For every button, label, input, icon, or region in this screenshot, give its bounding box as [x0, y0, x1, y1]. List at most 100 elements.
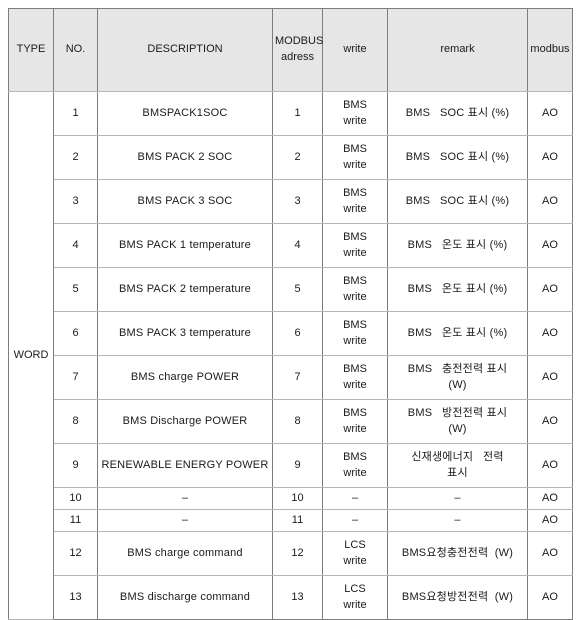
- cell-remark-line2: (W): [448, 422, 467, 435]
- cell-write-line1: –: [351, 513, 359, 526]
- cell-no: 11: [53, 509, 98, 532]
- cell-description: BMS PACK 2 SOC: [97, 135, 273, 180]
- column-header-remark: remark: [387, 8, 528, 92]
- table-row: 4 BMS PACK 1 temperature 4 BMS write BMS 온도 표…: [9, 223, 573, 268]
- table-row: WORD 1 BMSPACK1SOC 1 BMS write BMS SOC 표시 (%) A…: [8, 91, 573, 620]
- cell-modbus-address: 8: [272, 399, 323, 444]
- cell-write-line2: write: [343, 598, 367, 611]
- modbus-register-table-container: TYPE NO. DESCRIPTION MODBUS adress write…: [8, 8, 573, 620]
- cell-modbus-address: 6: [272, 311, 323, 356]
- cell-remark: BMS SOC 표시 (%): [387, 179, 528, 224]
- cell-remark: BMS 온도 표시 (%): [387, 223, 528, 268]
- table-row: 7 BMS charge POWER 7 BMS write BMS 충전전력 표시 (W)…: [9, 355, 573, 400]
- cell-description: –: [97, 487, 273, 510]
- column-header-write: write: [322, 8, 388, 92]
- cell-remark-line1: BMS 충전전력 표시: [407, 362, 508, 375]
- cell-description: BMS charge POWER: [97, 355, 273, 400]
- cell-write-line1: BMS: [343, 274, 367, 287]
- cell-remark-line1: BMS 온도 표시 (%): [407, 238, 508, 251]
- table-row: 6 BMS PACK 3 temperature 6 BMS write BMS 온도 표…: [9, 311, 573, 356]
- cell-description: BMS PACK 1 temperature: [97, 223, 273, 268]
- cell-write-line2: write: [343, 378, 367, 391]
- cell-write-line1: BMS: [343, 450, 367, 463]
- cell-modbus-address: 10: [272, 487, 323, 510]
- cell-no: 13: [53, 575, 98, 620]
- cell-modbus-address: 9: [272, 443, 323, 488]
- column-header-no: NO.: [53, 8, 98, 92]
- cell-remark-line1: –: [454, 513, 461, 526]
- modbus-register-table: TYPE NO. DESCRIPTION MODBUS adress write…: [8, 8, 573, 620]
- cell-modbus: AO: [527, 91, 573, 136]
- cell-write: BMS write: [322, 179, 388, 224]
- cell-write-line1: BMS: [343, 98, 367, 111]
- column-header-modbus-address: MODBUS adress: [272, 8, 323, 92]
- cell-modbus: AO: [542, 590, 558, 603]
- cell-remark: BMS 방전전력 표시 (W): [387, 399, 528, 444]
- cell-type-word: WORD: [8, 91, 54, 620]
- cell-no: 12: [53, 531, 98, 576]
- cell-write-line2: write: [343, 114, 367, 127]
- cell-write: BMS write: [322, 267, 388, 312]
- cell-write: LCS write: [322, 575, 388, 620]
- cell-remark: BMS요청충전전력 (W): [387, 531, 528, 576]
- cell-modbus: AO: [527, 267, 573, 312]
- cell-description: BMS PACK 2 temperature: [97, 267, 273, 312]
- table-row: 5 BMS PACK 2 temperature 5 BMS write BMS 온도 표…: [9, 267, 573, 312]
- cell-write-line2: write: [343, 290, 367, 303]
- table-row: 9 RENEWABLE ENERGY POWER 9 BMS write 신재생에너지 전…: [9, 443, 573, 488]
- cell-write-line1: LCS: [344, 538, 366, 551]
- cell-remark: –: [387, 509, 528, 532]
- cell-write-line1: BMS: [343, 142, 367, 155]
- table-row: 3 BMS PACK 3 SOC 3 BMS write BMS SOC 표시 (%) AO: [9, 179, 573, 224]
- cell-write: –: [322, 509, 388, 532]
- cell-remark: BMS SOC 표시 (%): [387, 135, 528, 180]
- cell-remark-line1: BMS 방전전력 표시: [407, 406, 508, 419]
- cell-modbus-address: 1: [272, 91, 323, 136]
- cell-write: BMS write: [322, 135, 388, 180]
- cell-write-line2: write: [343, 554, 367, 567]
- table-row: 11–11– – AO: [9, 509, 573, 532]
- cell-remark-line1: BMS 온도 표시 (%): [407, 326, 508, 339]
- cell-no: 5: [53, 267, 98, 312]
- cell-write-line2: write: [343, 158, 367, 171]
- cell-remark-line1: 신재생에너지 전력: [411, 450, 504, 463]
- cell-write-line2: write: [343, 246, 367, 259]
- cell-write-line1: BMS: [343, 230, 367, 243]
- table-row: 10–10– – AO: [9, 487, 573, 510]
- column-header-description: DESCRIPTION: [97, 8, 273, 92]
- cell-write-line2: write: [343, 466, 367, 479]
- cell-modbus-address: 12: [272, 531, 323, 576]
- cell-modbus-address: 7: [272, 355, 323, 400]
- cell-description: BMS charge command: [97, 531, 273, 576]
- cell-no: 3: [53, 179, 98, 224]
- cell-modbus: AO: [527, 531, 573, 576]
- cell-write-line2: write: [343, 422, 367, 435]
- cell-remark-line1: BMS SOC 표시 (%): [405, 150, 510, 163]
- cell-remark: –: [387, 487, 528, 510]
- cell-write-line1: –: [351, 491, 359, 504]
- cell-write: BMS write: [322, 355, 388, 400]
- cell-modbus-address: 11: [272, 509, 323, 532]
- cell-no: 7: [53, 355, 98, 400]
- header-row: TYPE NO. DESCRIPTION MODBUS adress write…: [8, 8, 573, 92]
- cell-remark-line1: BMS SOC 표시 (%): [405, 194, 510, 207]
- cell-modbus: AO: [527, 135, 573, 180]
- cell-write-line1: BMS: [343, 186, 367, 199]
- column-header-modbus: modbus: [527, 8, 573, 92]
- table-header: TYPE NO. DESCRIPTION MODBUS adress write…: [8, 8, 573, 92]
- cell-modbus: AO: [527, 355, 573, 400]
- cell-no: 9: [53, 443, 98, 488]
- cell-remark-line2: 표시: [447, 466, 468, 479]
- cell-write: BMS write: [322, 443, 388, 488]
- column-header-type: TYPE: [8, 8, 54, 92]
- cell-modbus: AO: [527, 179, 573, 224]
- cell-remark-line1: BMS요청방전전력 (W): [401, 590, 514, 603]
- cell-remark-line1: –: [454, 491, 461, 504]
- cell-remark: BMS 충전전력 표시 (W): [387, 355, 528, 400]
- cell-modbus-address: 5: [272, 267, 323, 312]
- cell-no: 8: [53, 399, 98, 444]
- cell-write-line2: write: [343, 334, 367, 347]
- cell-write-line2: write: [343, 202, 367, 215]
- cell-write: BMS write: [322, 311, 388, 356]
- cell-remark-line1: BMS요청충전전력 (W): [401, 546, 514, 559]
